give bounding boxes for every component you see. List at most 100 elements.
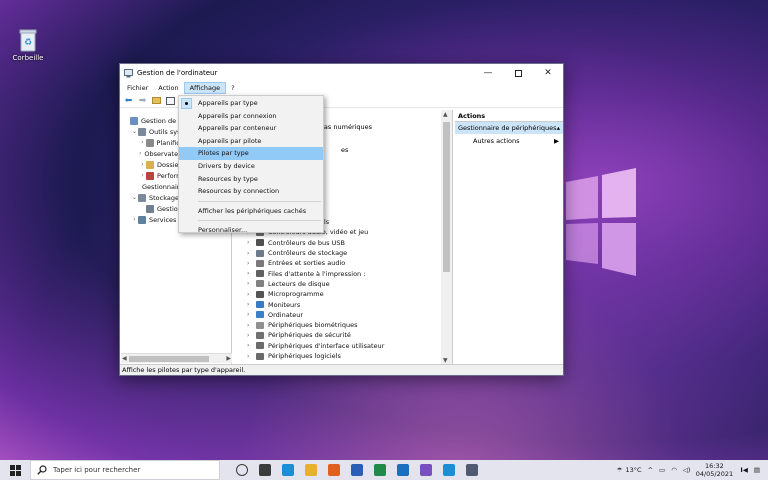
taskbar-app-button[interactable] [345,460,368,480]
taskbar-app-button[interactable] [414,460,437,480]
back-button[interactable]: ⬅ [123,96,134,106]
wifi-icon[interactable]: ◠ [671,466,677,474]
clock[interactable]: 16:32 04/05/2021 [694,462,734,478]
language-icon[interactable]: Ⅰ◀ [740,466,747,474]
show-hide-tree-button[interactable] [165,96,176,106]
device-partial-label: dias numériques [318,123,373,131]
up-folder-button[interactable] [151,96,162,106]
view-menu-item[interactable]: Pilotes par type [179,147,323,160]
view-menu-item[interactable]: Appareils par type [179,97,323,110]
close-icon: ✕ [544,68,552,78]
taskbar-app-button[interactable] [299,460,322,480]
device-category-row[interactable]: › Ordinateur [233,310,443,320]
view-menu-item[interactable]: Appareils par connexion [179,110,323,123]
scroll-up-icon[interactable]: ▲ [443,111,448,118]
view-menu-item[interactable]: Appareils par pilote [179,135,323,148]
expand-arrow-icon[interactable]: › [247,332,256,339]
taskbar-search-box[interactable]: Taper ici pour rechercher [30,460,220,480]
view-menu-item-label: Resources by type [198,174,258,183]
scroll-left-icon[interactable]: ◀ [122,354,127,364]
taskbar-app-button[interactable] [322,460,345,480]
menu-action[interactable]: Action [153,82,183,94]
device-category-row[interactable]: › Contrôleurs de stockage [233,248,443,258]
close-button[interactable]: ✕ [533,64,563,82]
taskbar-app-button[interactable] [460,460,483,480]
expand-arrow-icon[interactable]: › [139,161,146,168]
network-icon[interactable]: ▭ [659,466,665,474]
notifications-icon[interactable]: ▤ [754,466,760,474]
device-category-label: Files d'attente à l'impression : [268,269,366,278]
device-category-row[interactable]: › Périphériques d'interface utilisateur [233,341,443,351]
expand-arrow-icon[interactable]: › [139,150,141,157]
expand-arrow-icon[interactable]: › [247,250,256,257]
more-actions-item[interactable]: Autres actions ▶ [455,134,563,148]
menu-separator [198,200,321,202]
scroll-thumb[interactable] [129,356,209,362]
start-button[interactable] [0,460,30,480]
weather-temp[interactable]: 13°C [626,466,642,474]
expand-arrow-icon[interactable]: › [139,139,146,146]
device-category-row[interactable]: › Périphériques de sécurité [233,330,443,340]
view-menu-item-label: Resources by connection [198,187,280,196]
view-menu-item[interactable]: Appareils par conteneur [179,122,323,135]
expand-arrow-icon[interactable]: › [139,172,146,179]
title-bar[interactable]: Gestion de l'ordinateur — ✕ [120,64,563,82]
tree-horizontal-scrollbar[interactable]: ◀ ▶ [121,353,232,363]
expand-arrow-icon[interactable]: › [247,322,256,329]
device-category-icon [256,290,264,298]
view-menu-item[interactable]: Personnaliser... [179,224,323,237]
view-menu-item[interactable]: Drivers by device [179,160,323,173]
device-category-row[interactable]: › Périphériques biométriques [233,320,443,330]
menu-help[interactable]: ? [226,82,239,94]
taskbar-app-button[interactable] [368,460,391,480]
device-category-row[interactable]: › Microprogramme [233,289,443,299]
expand-arrow-icon[interactable]: › [247,280,256,287]
taskbar-app-button[interactable] [230,460,253,480]
expand-arrow-icon[interactable]: › [247,353,256,360]
device-list-scrollbar[interactable]: ▲ ▼ [441,110,452,365]
volume-icon[interactable]: ◁) [683,466,691,474]
maximize-button[interactable] [503,64,533,82]
view-menu-item-label: Drivers by device [198,161,255,170]
device-category-label: Entrées et sorties audio [268,259,346,268]
device-category-row[interactable]: › Entrées et sorties audio [233,258,443,268]
expand-arrow-icon[interactable]: › [247,270,256,277]
view-menu-item[interactable]: Afficher les périphériques cachés [179,205,323,218]
taskbar-app-button[interactable] [437,460,460,480]
expand-arrow-icon[interactable]: › [131,216,138,223]
device-category-row[interactable]: › Périphériques logiciels [233,351,443,361]
device-category-row[interactable]: › Contrôleurs de bus USB [233,238,443,248]
scroll-right-icon[interactable]: ▶ [226,354,231,364]
scroll-thumb[interactable] [443,122,450,272]
taskbar-app-icon [258,464,271,476]
actions-section-device-manager[interactable]: Gestionnaire de périphériques ▴ [455,122,563,134]
expand-arrow-icon[interactable]: › [247,311,256,318]
expand-arrow-icon[interactable]: ⌄ [131,128,138,135]
svg-text:♻: ♻ [24,38,32,48]
expand-arrow-icon[interactable]: › [247,301,256,308]
view-menu-item[interactable]: Resources by type [179,173,323,186]
device-category-row[interactable]: › Files d'attente à l'impression : [233,268,443,278]
view-menu-item[interactable]: Resources by connection [179,185,323,198]
tree-view-icon [166,96,175,105]
taskbar-app-button[interactable] [391,460,414,480]
forward-button[interactable]: ➡ [137,96,148,106]
device-category-label: Ordinateur [268,310,304,319]
taskbar-app-button[interactable] [276,460,299,480]
actions-pane: Actions Gestionnaire de périphériques ▴ … [455,110,563,365]
menu-affichage[interactable]: Affichage [183,82,227,94]
expand-arrow-icon[interactable]: › [247,239,256,246]
device-category-label: Contrôleurs de stockage [268,249,348,258]
taskbar-app-button[interactable] [253,460,276,480]
chevron-up-icon[interactable]: ^ [648,466,653,474]
desktop-icon-recycle-bin[interactable]: ♻ Corbeille [8,28,48,62]
expand-arrow-icon[interactable]: › [247,260,256,267]
device-category-row[interactable]: › Moniteurs [233,299,443,309]
menu-fichier[interactable]: Fichier [122,82,153,94]
device-category-row[interactable]: › Lecteurs de disque [233,279,443,289]
expand-arrow-icon[interactable]: › [247,291,256,298]
minimize-button[interactable]: — [473,64,503,82]
expand-arrow-icon[interactable]: ⌄ [131,194,138,201]
scroll-down-icon[interactable]: ▼ [443,357,448,364]
expand-arrow-icon[interactable]: › [247,342,256,349]
